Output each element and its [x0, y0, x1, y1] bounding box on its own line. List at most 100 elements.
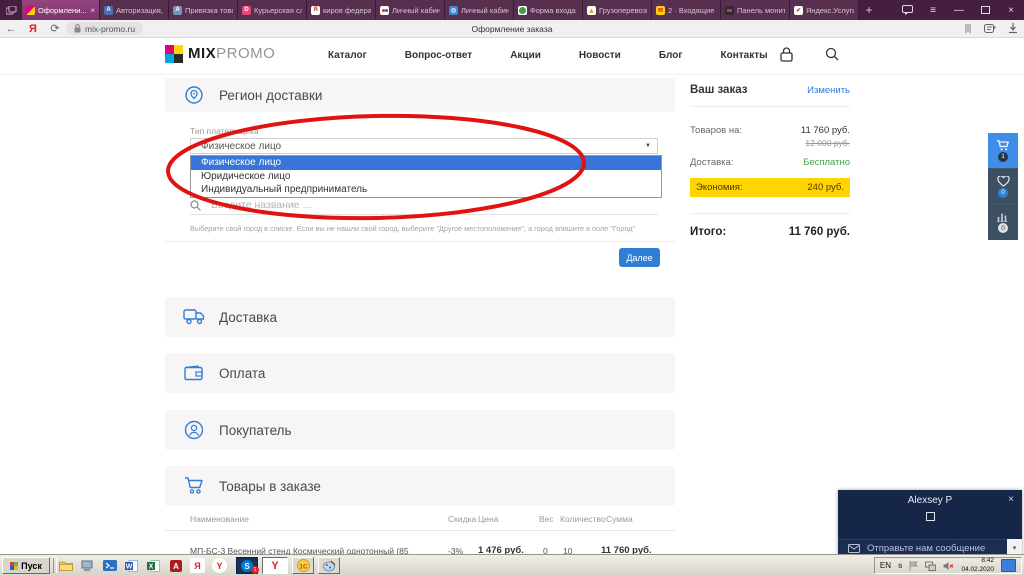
section-order-items[interactable]: Товары в заказе: [165, 466, 675, 506]
tab-inbox[interactable]: ✉2 · Входящие -: [652, 0, 721, 20]
computer-icon[interactable]: [80, 558, 95, 573]
wishlist-button[interactable]: 0: [988, 168, 1018, 204]
start-button[interactable]: Пуск: [2, 557, 50, 574]
select-caret-icon: ▼: [645, 143, 651, 149]
flag-tray-icon[interactable]: [909, 561, 918, 571]
tab-label: Форма входа в: [530, 6, 578, 15]
close-button[interactable]: ×: [998, 0, 1024, 20]
items-total-label: Товаров на:: [690, 125, 742, 136]
section-payment-title: Оплата: [219, 366, 265, 381]
maximize-button[interactable]: [972, 0, 998, 20]
skype-taskbar-button[interactable]: S 1: [236, 557, 258, 574]
language-indicator[interactable]: EN: [880, 561, 891, 570]
account-lock-icon[interactable]: [780, 47, 793, 62]
word-icon[interactable]: W: [124, 558, 139, 573]
payer-type-select[interactable]: Физическое лицо ▼: [190, 138, 658, 154]
section-region[interactable]: Регион доставки: [165, 78, 675, 112]
network-tray-icon[interactable]: [925, 561, 936, 571]
total-value: 11 760 руб.: [789, 226, 850, 238]
nav-faq[interactable]: Вопрос-ответ: [405, 50, 472, 61]
tab-close-icon[interactable]: ×: [90, 6, 95, 15]
tab-binding[interactable]: AПривязка това: [169, 0, 238, 20]
back-icon[interactable]: ←: [0, 23, 22, 35]
tab-authorization[interactable]: AАвторизация, р: [100, 0, 169, 20]
yandex-browser-icon[interactable]: Y: [212, 558, 227, 573]
nav-contacts[interactable]: Контакты: [721, 50, 768, 61]
1c-taskbar-button[interactable]: 1С: [292, 557, 314, 574]
dropdown-option-legal-entity[interactable]: Юридическое лицо: [191, 170, 661, 184]
tray-clock[interactable]: 8:42 04.02.2020: [961, 557, 994, 574]
section-delivery[interactable]: Доставка: [165, 297, 675, 337]
url-text: mix-promo.ru: [85, 24, 135, 34]
tab-label: Привязка това: [185, 6, 233, 15]
nav-catalog[interactable]: Каталог: [328, 50, 367, 61]
tab-monitoring[interactable]: Панель монито: [721, 0, 790, 20]
yandex-icon[interactable]: Я: [22, 23, 44, 35]
nav-blog[interactable]: Блог: [659, 50, 683, 61]
tab-account-2[interactable]: ◎Личный кабин: [445, 0, 514, 20]
savings-label: Экономия:: [696, 182, 743, 193]
powershell-icon[interactable]: [102, 558, 117, 573]
explorer-icon[interactable]: [58, 558, 73, 573]
envelope-icon: [848, 544, 860, 553]
search-icon[interactable]: [825, 47, 839, 61]
tab-label: Личный кабин: [461, 6, 509, 15]
items-total-value: 11 760 руб.: [801, 125, 850, 136]
chat-collapse-icon[interactable]: ▾: [1007, 539, 1022, 556]
menu-icon[interactable]: ≡: [920, 0, 946, 20]
show-desktop-icon[interactable]: [1001, 559, 1016, 572]
dropdown-option-individual[interactable]: Физическое лицо: [191, 156, 661, 170]
url-chip[interactable]: mix-promo.ru: [66, 22, 143, 35]
cart-button[interactable]: 1: [988, 133, 1018, 168]
tab-favicon: ✔: [794, 6, 803, 15]
tab-courier[interactable]: DКурьерская слу: [238, 0, 307, 20]
compare-button[interactable]: 0: [988, 204, 1018, 240]
city-search-input[interactable]: [209, 198, 633, 212]
section-customer[interactable]: Покупатель: [165, 410, 675, 450]
excel-icon[interactable]: X: [146, 558, 161, 573]
edit-order-link[interactable]: Изменить: [807, 85, 850, 96]
chat-close-icon[interactable]: ×: [1008, 494, 1014, 505]
col-header-sum: Сумма: [606, 514, 633, 524]
tab-login-form[interactable]: Форма входа в: [514, 0, 583, 20]
wishlist-badge: 0: [998, 188, 1008, 198]
volume-muted-icon[interactable]: [943, 561, 954, 571]
refresh-icon[interactable]: ⟳: [44, 22, 66, 35]
tab-yandex-uslugi[interactable]: ✔Яндекс.Услуги: [790, 0, 859, 20]
tab-cargo[interactable]: ▲Грузоперевозк: [583, 0, 652, 20]
collections-icon[interactable]: [984, 23, 996, 34]
yandex-app-icon[interactable]: Я: [190, 558, 205, 573]
tab-kirov[interactable]: Якиров федерал: [307, 0, 376, 20]
skype-badge: 1: [251, 566, 259, 574]
divider: [165, 241, 675, 242]
tab-favicon: ◎: [449, 6, 458, 15]
paint-taskbar-button[interactable]: [318, 557, 340, 574]
chat-message-bar[interactable]: Отправьте нам сообщение: [838, 539, 1022, 556]
page-title: Оформление заказа: [0, 24, 1024, 34]
minimize-button[interactable]: —: [946, 0, 972, 20]
skype-tray-icon[interactable]: s: [898, 561, 902, 570]
tab-panel-icon[interactable]: [894, 0, 920, 20]
nav-news[interactable]: Новости: [579, 50, 621, 61]
nav-promos[interactable]: Акции: [510, 50, 541, 61]
dropdown-option-entrepreneur[interactable]: Индивидуальный предприниматель: [191, 183, 661, 197]
svg-text:1С: 1С: [299, 563, 308, 570]
tab-account-1[interactable]: Личный кабин: [376, 0, 445, 20]
section-customer-title: Покупатель: [219, 423, 292, 438]
tab-overview-icon[interactable]: [0, 0, 22, 20]
new-tab-button[interactable]: +: [859, 0, 879, 20]
yandex-browser-active-button[interactable]: Y: [262, 557, 288, 574]
site-logo[interactable]: MIXPROMO: [165, 45, 275, 63]
section-payment[interactable]: Оплата: [165, 353, 675, 393]
address-bar: ← Я ⟳ mix-promo.ru Оформление заказа: [0, 20, 1024, 38]
logo-cube-icon: [165, 45, 183, 63]
tab-label: Панель монито: [737, 6, 785, 15]
city-search-field[interactable]: [190, 196, 658, 215]
download-icon[interactable]: [1008, 23, 1018, 34]
bookmark-flag-icon[interactable]: [964, 24, 972, 34]
acrobat-icon[interactable]: A: [168, 558, 183, 573]
next-button[interactable]: Далее: [619, 248, 660, 267]
tab-label: Личный кабин: [392, 6, 440, 15]
region-hint-text: Выберите свой город в списке. Если вы не…: [190, 224, 660, 233]
tab-checkout[interactable]: Оформлени... ×: [22, 0, 100, 20]
